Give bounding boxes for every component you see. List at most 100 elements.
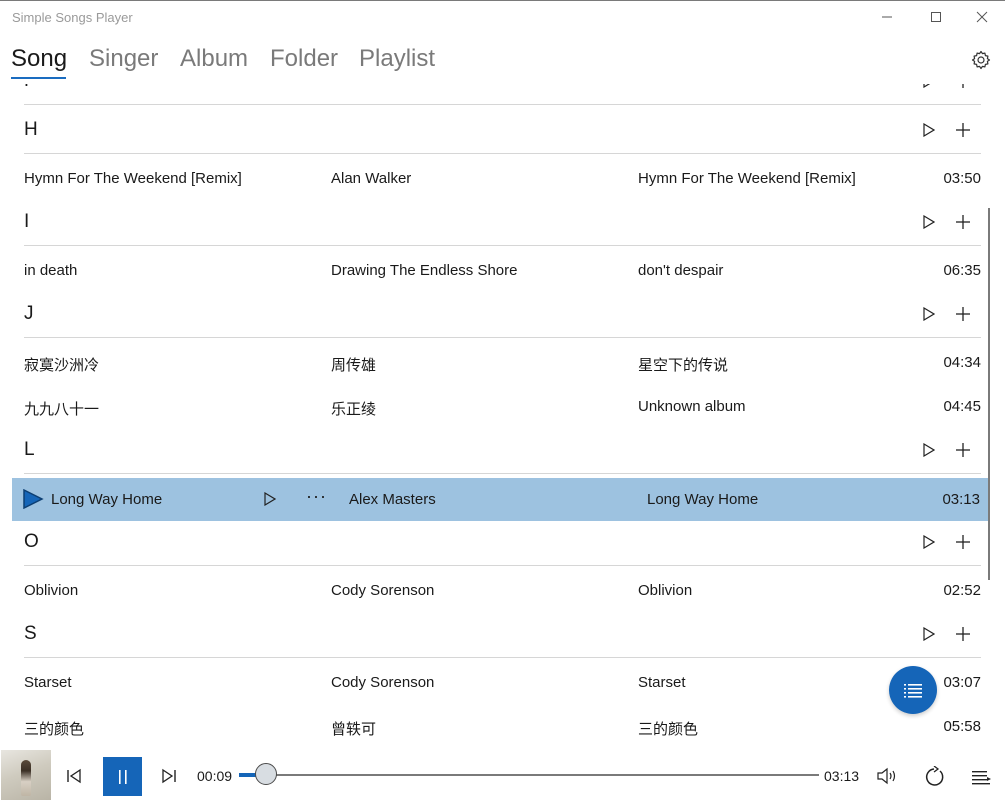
volume-icon <box>877 767 896 785</box>
app-window: Simple Songs Player Song Singer Album Fo… <box>0 0 1005 802</box>
repeat-icon <box>925 766 944 786</box>
group-header-j: J <box>24 292 981 338</box>
song-title: Long Way Home <box>51 491 163 508</box>
queue-list-icon <box>972 771 991 785</box>
group-play-button[interactable] <box>918 119 940 141</box>
song-title: 九九八十一 <box>24 401 100 418</box>
playlist-fab-button[interactable] <box>889 666 937 714</box>
repeat-button[interactable] <box>922 765 946 789</box>
minimize-button[interactable] <box>864 1 910 33</box>
song-row[interactable]: 寂寞沙洲冷 周传雄 星空下的传说 04:34 <box>24 342 981 386</box>
title-bar: Simple Songs Player <box>0 1 1005 33</box>
group-letter: H <box>24 119 38 140</box>
song-album: don't despair <box>638 262 724 279</box>
song-album: 星空下的传说 <box>638 357 729 374</box>
group-add-button[interactable] <box>952 531 974 553</box>
add-icon <box>962 84 964 88</box>
song-row[interactable]: 九九八十一 乐正绫 Unknown album 04:45 <box>24 386 981 430</box>
group-play-button[interactable] <box>918 531 940 553</box>
play-icon <box>923 443 935 457</box>
tab-singer[interactable]: Singer <box>89 45 158 73</box>
song-artist: Cody Sorenson <box>331 582 435 599</box>
group-letter: L <box>24 439 35 460</box>
skip-previous-icon <box>67 768 81 784</box>
song-row[interactable]: Hymn For The Weekend [Remix] Alan Walker… <box>24 158 981 202</box>
song-duration: 03:13 <box>942 491 980 508</box>
main-nav: Song Singer Album Folder Playlist <box>0 40 1005 84</box>
album-cover[interactable] <box>1 750 51 800</box>
pause-button[interactable] <box>103 757 142 796</box>
song-duration: 03:07 <box>943 674 981 691</box>
song-list: F H Hymn For The Weekend [Remix] Alan Wa… <box>0 84 990 747</box>
group-header-s: S <box>24 612 981 658</box>
group-play-button[interactable] <box>918 623 940 645</box>
total-time: 03:13 <box>824 768 860 784</box>
row-play-button[interactable] <box>261 490 279 508</box>
volume-button[interactable] <box>875 765 899 787</box>
song-title: Hymn For The Weekend [Remix] <box>24 170 242 187</box>
song-row[interactable]: 三的颜色 曾轶可 三的颜色 05:58 <box>24 706 981 747</box>
play-icon <box>923 535 935 549</box>
group-play-button[interactable] <box>918 84 940 92</box>
group-play-button[interactable] <box>918 211 940 233</box>
player-bar: 00:09 03:13 <box>0 749 1005 802</box>
previous-button[interactable] <box>63 765 85 787</box>
song-row[interactable]: in death Drawing The Endless Shore don't… <box>24 250 981 294</box>
song-artist: Drawing The Endless Shore <box>331 262 518 279</box>
group-add-button[interactable] <box>952 211 974 233</box>
tab-folder[interactable]: Folder <box>270 45 338 73</box>
group-add-button[interactable] <box>952 84 974 92</box>
group-add-button[interactable] <box>952 439 974 461</box>
group-play-button[interactable] <box>918 303 940 325</box>
add-icon <box>956 123 970 137</box>
group-header-l: L <box>24 428 981 474</box>
song-duration: 03:50 <box>943 170 981 187</box>
song-artist: Alan Walker <box>331 170 412 187</box>
play-icon <box>923 215 935 229</box>
next-button[interactable] <box>158 765 180 787</box>
gear-icon <box>971 50 991 70</box>
skip-next-icon <box>162 768 176 784</box>
song-duration: 04:45 <box>943 398 981 415</box>
settings-button[interactable] <box>968 47 994 73</box>
group-letter: O <box>24 531 39 552</box>
song-title: 寂寞沙洲冷 <box>24 357 100 374</box>
add-icon <box>956 535 970 549</box>
song-artist: Cody Sorenson <box>331 674 435 691</box>
group-header-i: I <box>24 200 981 246</box>
now-playing-row[interactable]: Long Way Home ··· Alex Masters Long Way … <box>12 478 990 521</box>
play-icon <box>923 307 935 321</box>
now-playing-triangle-icon <box>23 488 44 510</box>
add-icon <box>956 215 970 229</box>
group-header-o: O <box>24 520 981 566</box>
close-button[interactable] <box>959 1 1005 33</box>
play-icon <box>923 84 931 88</box>
song-row[interactable]: Oblivion Cody Sorenson Oblivion 02:52 <box>24 570 981 614</box>
song-title: 三的颜色 <box>24 721 85 738</box>
group-add-button[interactable] <box>952 623 974 645</box>
song-row[interactable]: Starset Cody Sorenson Starset 03:07 <box>24 662 981 706</box>
tab-song[interactable]: Song <box>11 45 67 73</box>
more-options-button[interactable]: ··· <box>306 486 327 507</box>
scrollbar[interactable] <box>988 208 990 580</box>
group-add-button[interactable] <box>952 303 974 325</box>
queue-button[interactable] <box>969 765 993 789</box>
play-icon <box>264 492 276 506</box>
tab-album[interactable]: Album <box>180 45 248 73</box>
maximize-button[interactable] <box>913 1 959 33</box>
song-title: Oblivion <box>24 582 79 599</box>
song-artist: Alex Masters <box>349 491 436 508</box>
song-title: Starset <box>24 674 72 691</box>
close-icon <box>976 11 988 23</box>
group-add-button[interactable] <box>952 119 974 141</box>
song-artist: 乐正绫 <box>331 401 377 418</box>
seek-track[interactable] <box>239 774 819 776</box>
group-play-button[interactable] <box>918 439 940 461</box>
song-artist: 曾轶可 <box>331 721 377 738</box>
group-letter: S <box>24 623 37 644</box>
tab-playlist[interactable]: Playlist <box>359 45 435 73</box>
playlist-icon <box>904 684 922 698</box>
seek-thumb[interactable] <box>255 763 278 785</box>
song-duration: 05:58 <box>943 718 981 735</box>
group-letter: J <box>24 303 34 324</box>
